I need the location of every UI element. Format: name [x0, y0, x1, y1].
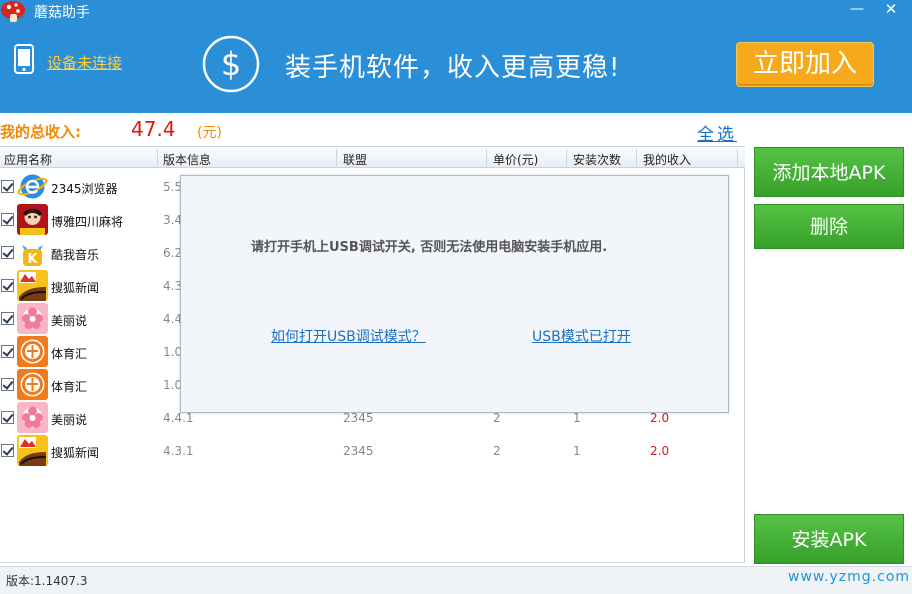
income-unit: (元): [197, 125, 222, 141]
minimize-button[interactable]: —: [842, 0, 872, 20]
header-my-income[interactable]: 我的收入: [643, 151, 691, 168]
app-name-cell: 体育汇: [51, 347, 88, 361]
header-separator: [566, 149, 567, 166]
app-name-cell: 酷我音乐: [51, 248, 100, 262]
price-cell: 2: [493, 411, 501, 425]
banner-slogan: 装手机软件，收入更高更稳!: [285, 53, 621, 83]
version-cell: 4.3.1: [163, 444, 194, 458]
svg-text:$: $: [221, 45, 241, 83]
header-install-count[interactable]: 安装次数: [573, 151, 621, 168]
app-name-cell: 美丽说: [51, 413, 88, 427]
header-version[interactable]: 版本信息: [163, 151, 211, 168]
add-local-apk-button[interactable]: 添加本地APK: [754, 147, 904, 197]
row-checkbox[interactable]: [1, 279, 14, 292]
how-to-enable-usb-link[interactable]: 如何打开USB调试模式？: [271, 326, 426, 346]
header-app-name[interactable]: 应用名称: [4, 151, 52, 168]
income-cell: 2.0: [650, 444, 670, 458]
usb-enabled-link[interactable]: USB模式已打开: [532, 326, 631, 346]
meilishuo-icon: [17, 303, 48, 334]
row-checkbox[interactable]: [1, 444, 14, 457]
header-separator: [737, 149, 738, 166]
row-checkbox[interactable]: [1, 411, 14, 424]
meilishuo-icon: [17, 402, 48, 433]
install-apk-button[interactable]: 安装APK: [754, 514, 904, 564]
sohu-icon: [17, 270, 48, 301]
mushroom-logo-icon: [1, 1, 25, 22]
close-button[interactable]: ✕: [876, 0, 906, 20]
header-separator: [336, 149, 337, 166]
row-checkbox[interactable]: [1, 312, 14, 325]
app-name-cell: 博雅四川麻将: [51, 215, 124, 229]
app-name-cell: 搜狐新闻: [51, 281, 100, 295]
header-price[interactable]: 单价(元): [493, 151, 538, 168]
row-checkbox[interactable]: [1, 213, 14, 226]
device-status-link[interactable]: 设备未连接: [47, 52, 122, 73]
mahjong-icon: [17, 204, 48, 235]
tiyuhui-icon: [17, 336, 48, 367]
header-separator: [636, 149, 637, 166]
row-checkbox[interactable]: [1, 378, 14, 391]
row-checkbox[interactable]: [1, 246, 14, 259]
union-cell: 2345: [343, 444, 374, 458]
dollar-circle-icon: $: [202, 35, 260, 93]
union-cell: 2345: [343, 411, 374, 425]
version-cell: 4.4.1: [163, 411, 194, 425]
join-now-button[interactable]: 立即加入: [736, 42, 874, 87]
app-name-cell: 体育汇: [51, 380, 88, 394]
website-link[interactable]: www.yzmg.com: [788, 569, 910, 585]
svg-text:K: K: [27, 252, 38, 267]
total-income-value: 47.4: [131, 117, 176, 141]
title-bar: 蘑菇助手 — ✕: [0, 0, 912, 22]
version-label: 版本:1.1407.3: [6, 574, 88, 588]
price-cell: 2: [493, 444, 501, 458]
select-all-link[interactable]: 全选: [697, 120, 737, 145]
phone-icon: [14, 44, 34, 74]
header-banner: 蘑菇助手 — ✕ 设备未连接 $ 装手机软件，收入更高更稳! 立即加入: [0, 0, 912, 113]
header-union[interactable]: 联盟: [343, 151, 367, 168]
usb-debug-message: 请打开手机上USB调试开关, 否则无法使用电脑安装手机应用.: [251, 240, 608, 255]
total-income-label: 我的总收入:: [0, 123, 81, 141]
app-name-cell: 美丽说: [51, 314, 88, 328]
sohu-icon: [17, 435, 48, 466]
table-row[interactable]: 搜狐新闻 4.3.1 2345 2 1 2.0: [0, 434, 745, 467]
row-checkbox[interactable]: [1, 180, 14, 193]
ie-e-icon: [17, 171, 48, 202]
delete-button[interactable]: 删除: [754, 204, 904, 249]
app-name-cell: 搜狐新闻: [51, 446, 100, 460]
install-count-cell: 1: [573, 411, 581, 425]
app-title: 蘑菇助手: [34, 5, 90, 21]
usb-debug-dialog: 请打开手机上USB调试开关, 否则无法使用电脑安装手机应用. 如何打开USB调试…: [180, 175, 729, 413]
app-name-cell: 2345浏览器: [51, 182, 118, 196]
kuwo-icon: K: [17, 237, 48, 268]
income-cell: 2.0: [650, 411, 670, 425]
install-count-cell: 1: [573, 444, 581, 458]
row-checkbox[interactable]: [1, 345, 14, 358]
status-bar: 版本:1.1407.3 www.yzmg.com: [0, 566, 912, 594]
header-separator: [157, 149, 158, 166]
tiyuhui-icon: [17, 369, 48, 400]
table-header: 应用名称 版本信息 联盟 单价(元) 安装次数 我的收入: [0, 146, 745, 168]
header-separator: [486, 149, 487, 166]
